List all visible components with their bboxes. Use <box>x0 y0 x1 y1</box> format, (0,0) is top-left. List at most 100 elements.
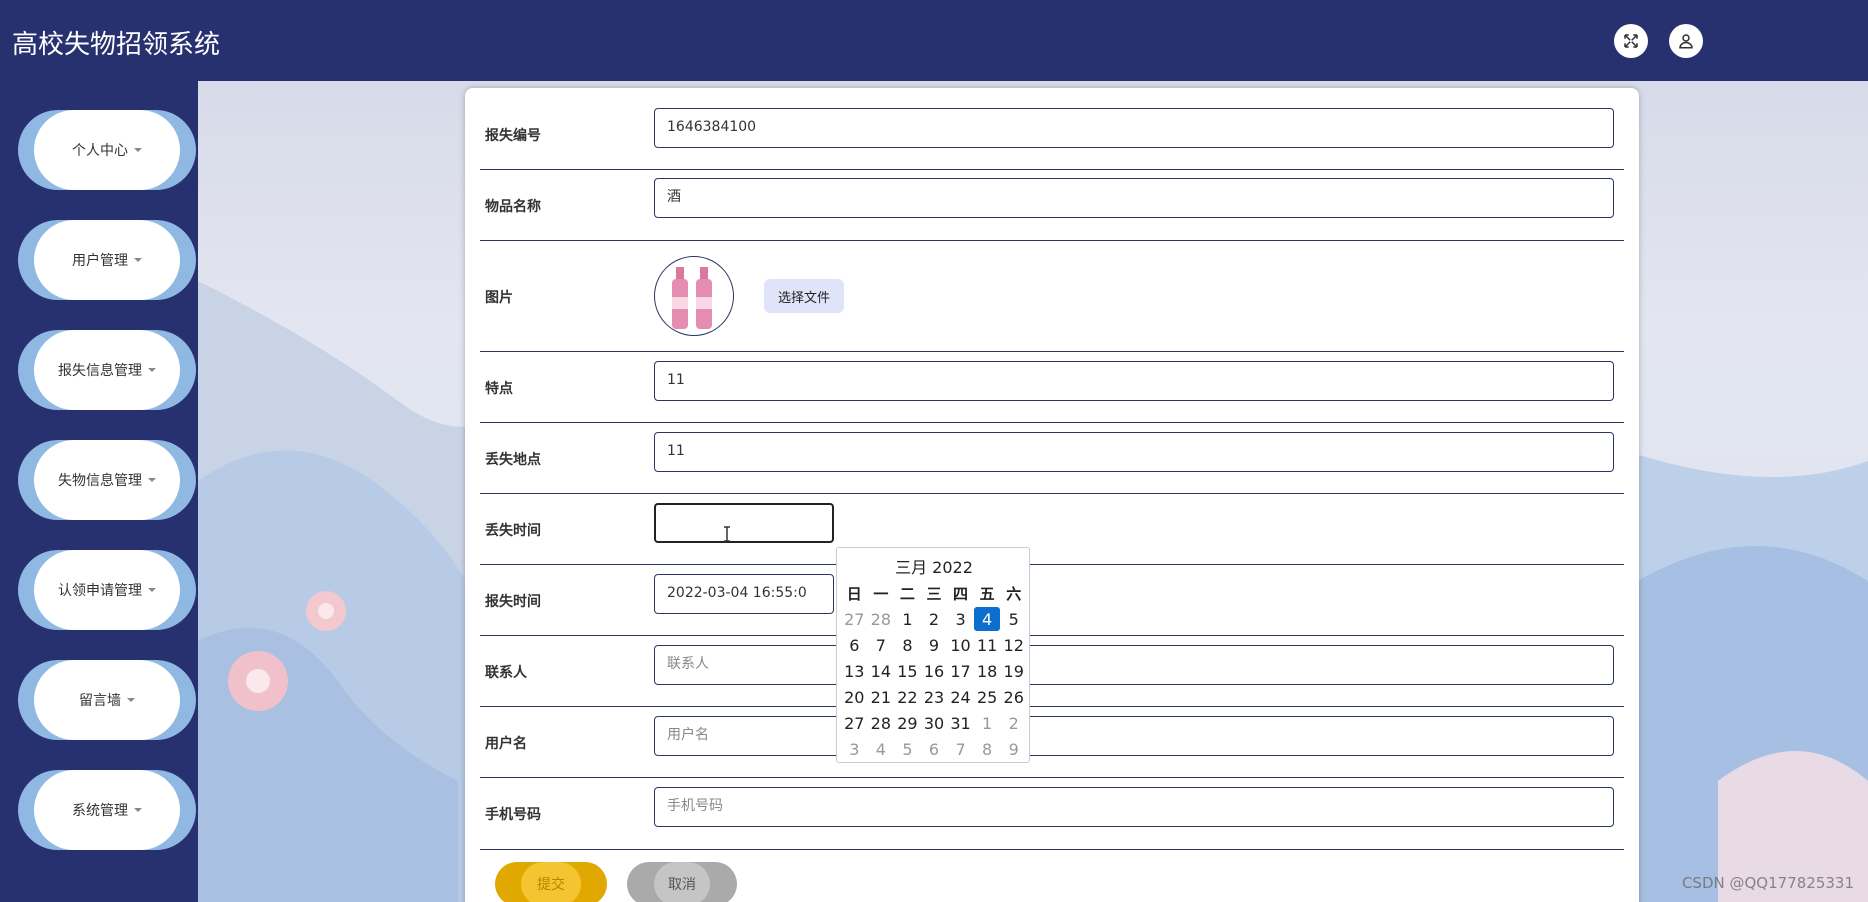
user-icon <box>1679 34 1693 49</box>
date-picker-day[interactable]: 2 <box>921 606 948 632</box>
form-row-report-no: 报失编号 1646384100 <box>480 98 1624 170</box>
weekday-header: 五 <box>979 584 995 603</box>
text-cursor-icon <box>724 526 730 542</box>
caret-down-icon <box>127 698 135 702</box>
username-label: 用户名 <box>485 736 527 752</box>
date-picker-popup: 三月 2022 日一二三四五六 27 28 1 2 3 4 5 6 7 8 9 10 11 12 13 14 15… <box>836 547 1030 763</box>
date-picker-day[interactable]: 20 <box>841 684 868 710</box>
lost-time-field[interactable] <box>654 503 834 543</box>
date-picker-day[interactable]: 3 <box>841 736 868 762</box>
date-picker-day[interactable]: 7 <box>868 632 895 658</box>
item-name-field[interactable]: 酒 <box>654 178 1614 218</box>
date-picker-day[interactable]: 6 <box>921 736 948 762</box>
date-picker-day[interactable]: 25 <box>974 684 1001 710</box>
date-picker-day[interactable]: 6 <box>841 632 868 658</box>
sidebar-item-label: 认领申请管理 <box>58 583 142 599</box>
date-picker-day[interactable]: 27 <box>841 606 868 632</box>
date-picker-day[interactable]: 27 <box>841 710 868 736</box>
date-picker-day[interactable]: 22 <box>894 684 921 710</box>
date-picker-day[interactable]: 30 <box>921 710 948 736</box>
top-bar: 高校失物招领系统 <box>0 0 1868 81</box>
watermark: CSDN @QQ177825331 <box>1681 874 1854 892</box>
sidebar-item-label: 失物信息管理 <box>58 473 142 489</box>
features-label: 特点 <box>485 381 513 397</box>
date-picker-day[interactable]: 16 <box>921 658 948 684</box>
date-picker-grid: 日一二三四五六 27 28 1 2 3 4 5 6 7 8 9 10 11 12 13 14 15 16 17 18 19… <box>841 580 1027 762</box>
date-picker-day[interactable]: 26 <box>1000 684 1027 710</box>
date-picker-day[interactable]: 15 <box>894 658 921 684</box>
item-image-thumbnail <box>654 256 734 336</box>
date-picker-day[interactable]: 5 <box>894 736 921 762</box>
date-picker-day[interactable]: 24 <box>947 684 974 710</box>
report-no-label: 报失编号 <box>485 128 541 144</box>
date-picker-day[interactable]: 14 <box>868 658 895 684</box>
date-picker-month-title[interactable]: 三月 2022 <box>837 554 1031 578</box>
date-picker-day-selected[interactable]: 4 <box>973 607 1001 631</box>
sidebar-item-message-wall[interactable]: 留言墙 <box>18 660 196 740</box>
fullscreen-button[interactable] <box>1614 24 1648 58</box>
lost-time-label: 丢失时间 <box>485 523 541 539</box>
report-time-field[interactable]: 2022-03-04 16:55:0 <box>654 574 834 614</box>
choose-file-button[interactable]: 选择文件 <box>764 279 844 313</box>
form-row-username: 用户名 用户名 <box>480 707 1624 778</box>
date-picker-day[interactable]: 28 <box>868 710 895 736</box>
sidebar-item-personal-center[interactable]: 个人中心 <box>18 110 196 190</box>
date-picker-day[interactable]: 3 <box>947 606 974 632</box>
date-picker-day[interactable]: 9 <box>921 632 948 658</box>
phone-field[interactable]: 手机号码 <box>654 787 1614 827</box>
sidebar-item-system-management[interactable]: 系统管理 <box>18 770 196 850</box>
form-row-contact: 联系人 联系人 <box>480 636 1624 707</box>
form-row-features: 特点 11 <box>480 352 1624 423</box>
bottle-image <box>672 267 712 329</box>
app-title: 高校失物招领系统 <box>12 30 221 60</box>
sidebar-item-loss-report-management[interactable]: 报失信息管理 <box>18 330 196 410</box>
form-row-image: 图片 选择文件 <box>480 241 1624 352</box>
caret-down-icon <box>134 808 142 812</box>
date-picker-day[interactable]: 1 <box>894 606 921 632</box>
item-name-label: 物品名称 <box>485 199 541 215</box>
cancel-button[interactable]: 取消 <box>627 862 737 902</box>
date-picker-day[interactable]: 21 <box>868 684 895 710</box>
date-picker-day[interactable]: 10 <box>947 632 974 658</box>
lost-place-field[interactable]: 11 <box>654 432 1614 472</box>
date-picker-day[interactable]: 29 <box>894 710 921 736</box>
date-picker-day[interactable]: 13 <box>841 658 868 684</box>
date-picker-day[interactable]: 8 <box>974 736 1001 762</box>
date-picker-day[interactable]: 18 <box>974 658 1001 684</box>
date-picker-day[interactable]: 17 <box>947 658 974 684</box>
date-picker-day[interactable]: 31 <box>947 710 974 736</box>
date-picker-day[interactable]: 9 <box>1000 736 1027 762</box>
date-picker-day[interactable]: 19 <box>1000 658 1027 684</box>
date-picker-day[interactable]: 4 <box>868 736 895 762</box>
submit-button[interactable]: 提交 <box>495 862 607 902</box>
sidebar-item-label: 个人中心 <box>72 143 128 159</box>
date-picker-day[interactable]: 11 <box>974 632 1001 658</box>
sidebar-item-lost-item-management[interactable]: 失物信息管理 <box>18 440 196 520</box>
report-no-field[interactable]: 1646384100 <box>654 108 1614 148</box>
sidebar-item-label: 报失信息管理 <box>58 363 142 379</box>
weekday-header: 四 <box>953 584 969 603</box>
phone-label: 手机号码 <box>485 807 541 823</box>
username-field[interactable]: 用户名 <box>654 716 1614 756</box>
sidebar-item-label: 用户管理 <box>72 253 128 269</box>
date-picker-day[interactable]: 23 <box>921 684 948 710</box>
date-picker-day[interactable]: 7 <box>947 736 974 762</box>
features-field[interactable]: 11 <box>654 361 1614 401</box>
weekday-header: 日 <box>846 584 862 603</box>
date-picker-day[interactable]: 1 <box>974 710 1001 736</box>
report-time-label: 报失时间 <box>485 594 541 610</box>
weekday-header: 一 <box>873 584 889 603</box>
form-row-lost-time: 丢失时间 <box>480 494 1624 565</box>
caret-down-icon <box>148 588 156 592</box>
date-picker-day[interactable]: 5 <box>1000 606 1027 632</box>
expand-icon <box>1624 34 1638 48</box>
sidebar-item-label: 留言墙 <box>79 693 121 709</box>
date-picker-day[interactable]: 28 <box>868 606 895 632</box>
contact-field[interactable]: 联系人 <box>654 645 1614 685</box>
date-picker-day[interactable]: 8 <box>894 632 921 658</box>
date-picker-day[interactable]: 12 <box>1000 632 1027 658</box>
sidebar-item-claim-management[interactable]: 认领申请管理 <box>18 550 196 630</box>
sidebar-item-user-management[interactable]: 用户管理 <box>18 220 196 300</box>
date-picker-day[interactable]: 2 <box>1000 710 1027 736</box>
user-button[interactable] <box>1669 24 1703 58</box>
